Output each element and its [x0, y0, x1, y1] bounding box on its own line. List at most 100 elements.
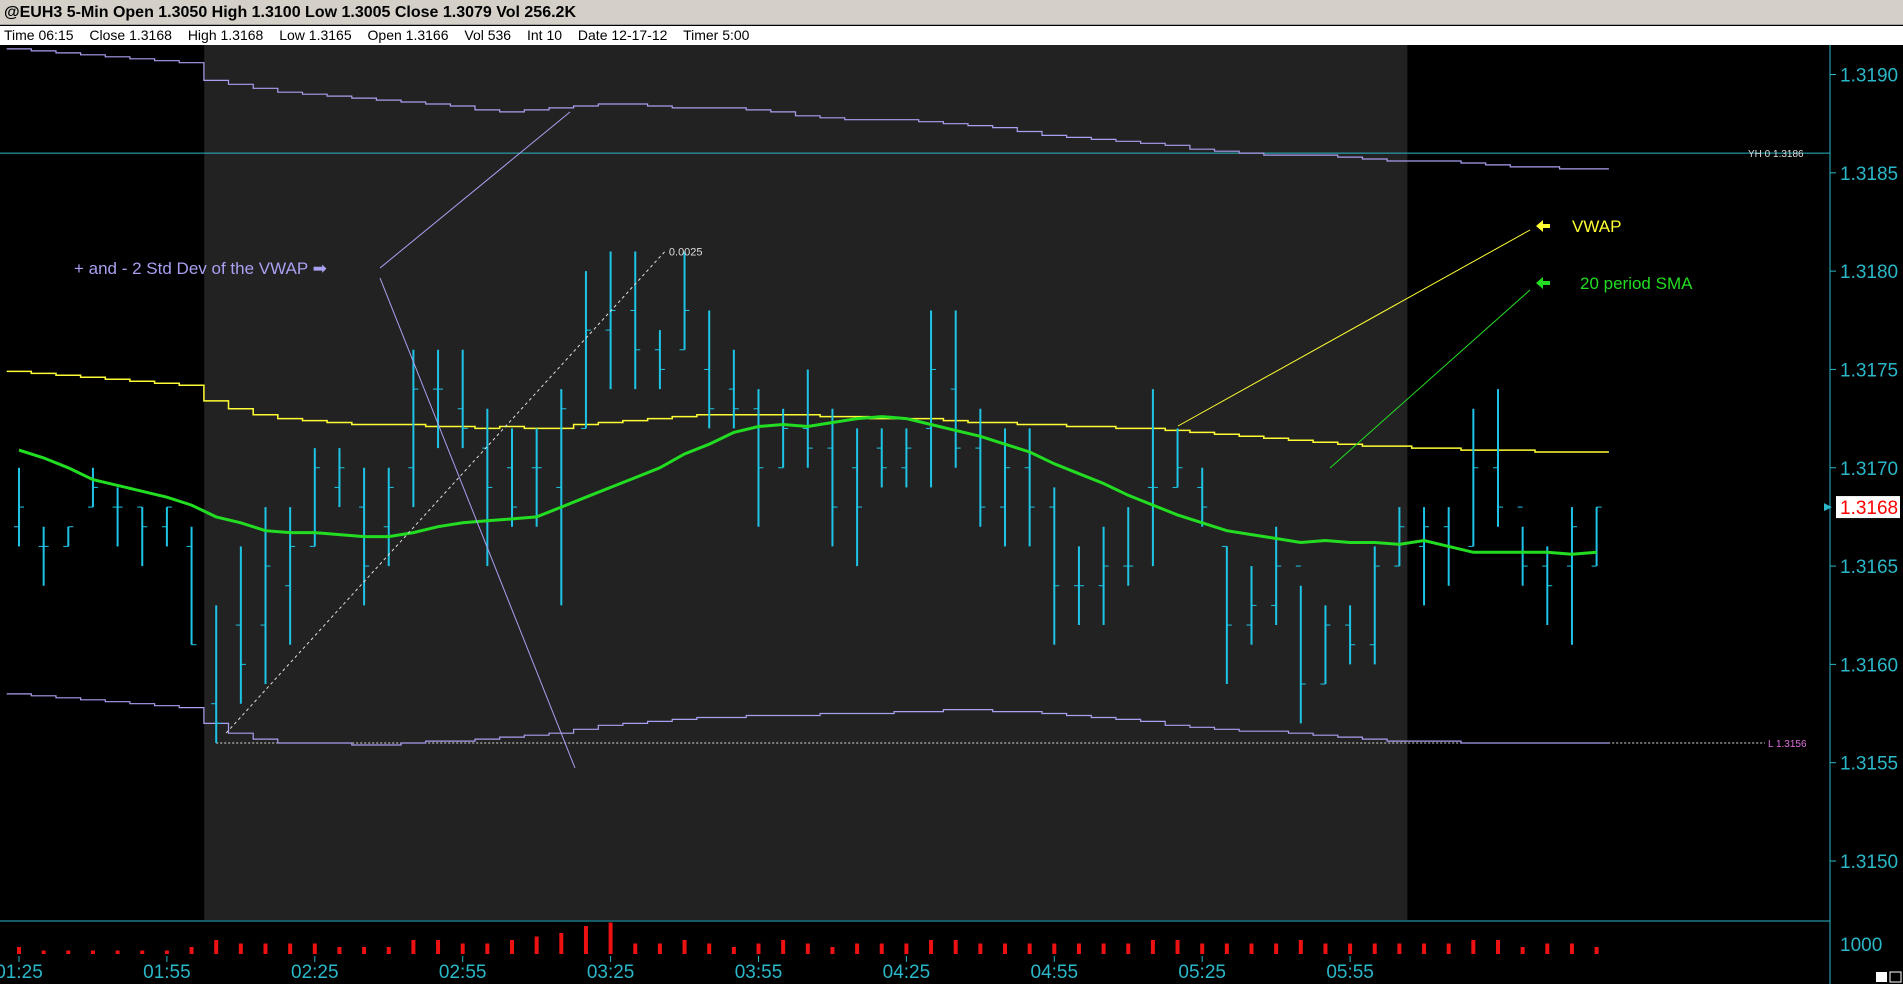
volume-bar	[1422, 943, 1427, 954]
info-vol: Vol 536	[464, 27, 512, 43]
volume-bar	[756, 943, 761, 954]
volume-bar	[608, 922, 613, 954]
volume-bar	[781, 940, 786, 954]
reference-label-high: YH 0 1.3186	[1748, 149, 1804, 160]
window-restore-icon[interactable]	[1876, 972, 1887, 982]
volume-bar	[386, 947, 391, 954]
time-tick-label: 03:25	[587, 962, 635, 983]
price-tick-label: 1.3170	[1840, 459, 1898, 480]
time-tick-label: 03:55	[735, 962, 783, 983]
volume-bar	[1397, 943, 1402, 954]
info-low: Low 1.3165	[279, 27, 352, 43]
time-tick-label: 05:25	[1178, 962, 1226, 983]
measure-label: 0.0025	[669, 246, 703, 258]
time-tick-label: 01:55	[143, 962, 191, 983]
price-tick-label: 1.3175	[1840, 360, 1898, 381]
window-maximize-icon[interactable]	[1889, 971, 1902, 983]
volume-bar	[830, 947, 835, 954]
bar-info-strip: Time 06:15 Close 1.3168 High 1.3168 Low …	[0, 26, 1903, 45]
time-tick-label: 04:25	[883, 962, 931, 983]
volume-bar	[312, 943, 317, 954]
volume-bar	[953, 940, 958, 954]
volume-bar	[707, 943, 712, 954]
volume-bar	[978, 943, 983, 954]
volume-bar	[1003, 943, 1007, 954]
reference-label-low: L 1.3156	[1768, 739, 1807, 750]
volume-bar	[1298, 940, 1303, 954]
volume-bar	[805, 943, 810, 954]
volume-bar	[214, 940, 219, 954]
volume-bar	[189, 947, 194, 954]
volume-bar	[460, 943, 465, 954]
volume-bar	[1027, 943, 1032, 954]
volume-bar	[115, 950, 120, 954]
volume-bar	[1126, 943, 1131, 954]
volume-bar	[682, 940, 687, 954]
volume-bar	[559, 933, 564, 954]
volume-bar	[90, 950, 95, 954]
price-tick-label: 1.3185	[1840, 164, 1898, 185]
volume-bar	[1446, 943, 1451, 954]
info-time: Time 06:15	[4, 27, 74, 43]
volume-bar	[1274, 943, 1279, 954]
last-price-label: 1.3168	[1840, 498, 1898, 519]
volume-bar	[164, 950, 169, 954]
volume-bar	[879, 943, 884, 954]
volume-bar	[66, 950, 71, 954]
volume-bar	[238, 943, 243, 954]
annotation-vwap: VWAP	[1572, 217, 1621, 236]
volume-bar	[1101, 943, 1106, 954]
volume-bar	[41, 950, 46, 954]
volume-bar	[1496, 940, 1500, 954]
volume-bar	[485, 943, 490, 954]
volume-bar	[731, 947, 736, 954]
volume-bar	[288, 943, 293, 954]
price-tick-label: 1.3165	[1840, 557, 1898, 578]
volume-tick-label: 1000	[1840, 935, 1882, 956]
volume-bar	[337, 947, 342, 954]
volume-bar	[583, 926, 588, 954]
volume-bar	[1594, 947, 1599, 954]
volume-bar	[1520, 947, 1525, 954]
time-tick-label: 02:55	[439, 962, 487, 983]
volume-bar	[436, 940, 441, 954]
time-tick-label: 01:25	[0, 962, 43, 983]
volume-bar	[1249, 943, 1254, 954]
volume-bar	[510, 940, 514, 954]
volume-bar	[1224, 943, 1229, 954]
volume-bar	[657, 943, 662, 954]
volume-bar	[1175, 940, 1180, 954]
volume-bar	[17, 947, 21, 954]
volume-bar	[411, 940, 416, 954]
info-date: Date 12-17-12	[577, 27, 668, 43]
volume-bar	[1200, 943, 1205, 954]
volume-bar	[1150, 940, 1155, 954]
volume-bar	[534, 936, 539, 954]
volume-bar	[1372, 943, 1377, 954]
window-title: @EUH3 5-Min Open 1.3050 High 1.3100 Low …	[0, 0, 1903, 25]
annotation-sma: 20 period SMA	[1580, 274, 1693, 293]
volume-bar	[633, 943, 638, 954]
volume-bar	[1076, 943, 1081, 954]
info-timer: Timer 5:00	[683, 27, 750, 43]
time-tick-label: 04:55	[1031, 962, 1079, 983]
volume-bar	[1323, 943, 1328, 954]
price-tick-label: 1.3160	[1840, 655, 1898, 676]
volume-bar	[1052, 943, 1057, 954]
volume-bar	[929, 940, 934, 954]
volume-bar	[1569, 943, 1574, 954]
volume-bar	[1545, 943, 1550, 954]
price-tick-label: 1.3150	[1840, 852, 1898, 873]
volume-bar	[263, 943, 268, 954]
info-high: High 1.3168	[187, 27, 264, 43]
volume-bar	[855, 943, 860, 954]
annotation-std-dev: + and - 2 Std Dev of the VWAP ➡	[74, 259, 327, 278]
volume-bar	[904, 943, 909, 954]
volume-bar	[1348, 943, 1353, 954]
volume-bar	[362, 947, 367, 954]
info-int: Int 10	[526, 27, 563, 43]
session-shade	[204, 45, 1408, 920]
volume-bar	[140, 950, 145, 954]
price-chart[interactable]: YH 0 1.3186 L 1.3156 0.0025 + and - 2 Std…	[0, 45, 1903, 984]
price-tick-label: 1.3180	[1840, 262, 1898, 283]
